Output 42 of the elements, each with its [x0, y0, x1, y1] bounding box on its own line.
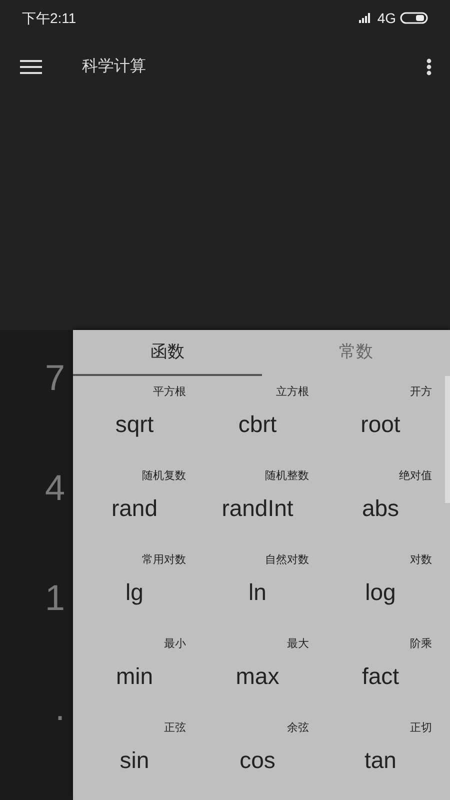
function-key[interactable]: fact	[362, 658, 400, 693]
keypad-key[interactable]: 1	[0, 580, 73, 690]
function-key[interactable]: tan	[364, 742, 396, 777]
function-key[interactable]: cos	[240, 742, 276, 777]
function-hint: 正切	[410, 721, 432, 736]
function-key[interactable]: root	[360, 406, 400, 441]
function-hint: 对数	[410, 553, 432, 568]
keypad-key[interactable]: .	[0, 690, 73, 800]
function-hint: 常用对数	[142, 553, 186, 568]
function-hint: 平方根	[153, 384, 186, 400]
function-key[interactable]: lg	[126, 574, 144, 609]
network-label: 4G	[377, 8, 396, 28]
function-hint: 随机复数	[142, 469, 186, 484]
function-hint: 自然对数	[265, 553, 309, 568]
battery-icon	[400, 12, 428, 24]
function-hint: 正弦	[164, 721, 186, 736]
function-key[interactable]: ln	[248, 574, 266, 609]
more-icon[interactable]	[426, 58, 432, 76]
app-title: 科学计算	[82, 56, 146, 77]
function-hint: 余弦	[287, 721, 309, 736]
function-key[interactable]: sqrt	[115, 406, 154, 441]
function-key[interactable]: min	[116, 658, 154, 693]
keypad-key[interactable]: 7	[0, 360, 73, 470]
function-key[interactable]: cbrt	[238, 406, 277, 441]
function-hint: 最小	[164, 637, 186, 652]
function-hint: 绝对值	[399, 469, 432, 484]
function-hint: 阶乘	[410, 637, 432, 652]
function-key[interactable]: max	[236, 658, 280, 693]
keypad-key[interactable]: 4	[0, 470, 73, 580]
function-key[interactable]: log	[365, 574, 396, 609]
function-key[interactable]: randInt	[222, 490, 294, 525]
function-hint: 最大	[287, 637, 309, 652]
tab[interactable]: 函数	[73, 330, 262, 376]
function-hint: 立方根	[276, 384, 309, 400]
function-key[interactable]: abs	[362, 490, 400, 525]
menu-icon[interactable]	[20, 59, 42, 75]
function-hint: 开方	[410, 384, 432, 400]
function-key[interactable]: sin	[120, 742, 150, 777]
function-hint: 随机整数	[265, 469, 309, 484]
function-key[interactable]: rand	[111, 490, 158, 525]
scrollbar-thumb[interactable]	[445, 376, 450, 503]
status-time: 下午2:11	[22, 8, 76, 28]
